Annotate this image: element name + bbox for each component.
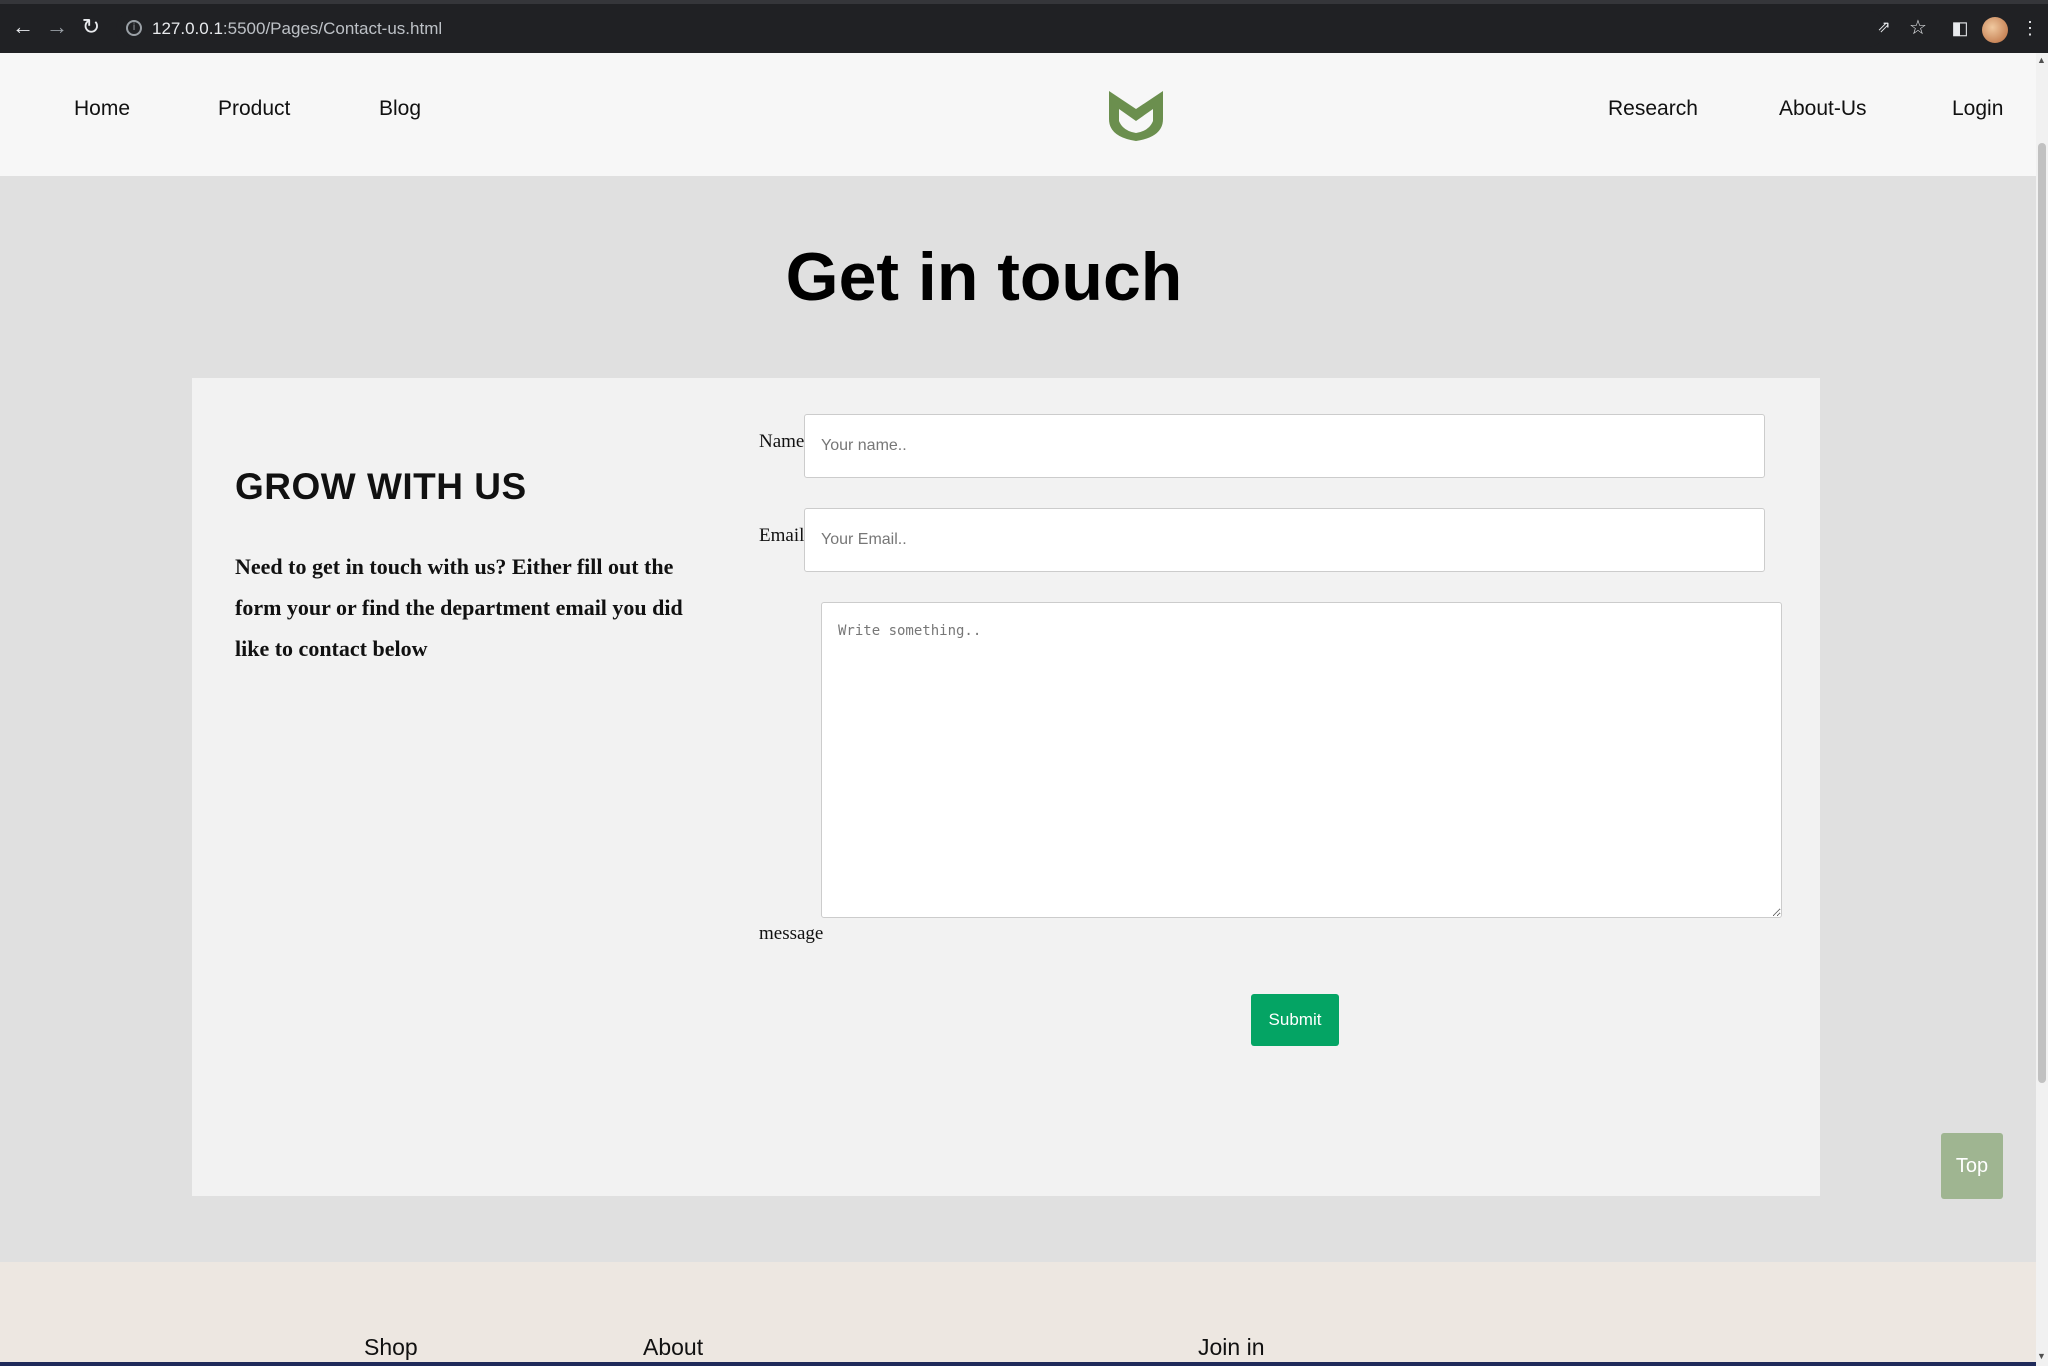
name-input[interactable] [804,414,1765,478]
scroll-up-icon[interactable]: ▲ [2037,55,2046,65]
name-label: Name [759,431,805,452]
email-input[interactable] [804,508,1765,572]
footer-heading-join-in: Join in [1198,1334,1265,1360]
footer: Shop About Join in [0,1262,2036,1366]
footer-heading-shop: Shop [364,1334,418,1360]
share-icon[interactable]: ⇗ [1872,16,1896,40]
back-to-top-button[interactable]: Top [1941,1133,2003,1199]
bottom-border [0,1362,2036,1366]
browser-toolbar: ← → ↻ i 127.0.0.1:5500/Pages/Contact-us.… [0,0,2048,53]
message-label: message [759,923,824,944]
scroll-down-icon[interactable]: ▼ [2037,1351,2046,1361]
nav-home[interactable]: Home [74,97,130,121]
submit-button[interactable]: Submit [1251,994,1339,1046]
nav-about-us[interactable]: About-Us [1779,97,1867,121]
url-text[interactable]: 127.0.0.1:5500/Pages/Contact-us.html [152,19,442,39]
back-arrow-icon[interactable]: ← [10,14,36,40]
reload-icon[interactable]: ↻ [78,14,104,40]
page-scrollbar[interactable]: ▲ ▼ [2036,53,2048,1366]
message-textarea[interactable] [821,602,1782,918]
intro-text: Need to get in touch with us? Either fil… [235,554,683,661]
contact-card: GROW WITH US Need to get in touch with u… [192,378,1820,1196]
scrollbar-thumb[interactable] [2038,143,2046,1083]
email-label: Email [759,525,805,546]
logo-icon[interactable] [1105,81,1167,143]
site-navbar: Home Product Blog Research About-Us Logi… [0,53,2036,176]
star-icon[interactable]: ☆ [1906,16,1930,40]
nav-research[interactable]: Research [1608,97,1698,121]
side-panel-icon[interactable]: ◧ [1948,16,1972,40]
intro-title: GROW WITH US [235,466,527,507]
menu-icon[interactable]: ⋮ [2018,16,2042,40]
nav-blog[interactable]: Blog [379,97,421,121]
info-icon[interactable]: i [126,20,142,36]
page-title: Get in touch [785,239,1183,315]
forward-arrow-icon[interactable]: → [44,14,70,40]
profile-avatar[interactable] [1982,17,2008,43]
nav-login[interactable]: Login [1952,97,2003,121]
nav-product[interactable]: Product [218,97,290,121]
footer-heading-about: About [643,1334,704,1360]
address-bar[interactable]: i 127.0.0.1:5500/Pages/Contact-us.html [116,11,1886,47]
